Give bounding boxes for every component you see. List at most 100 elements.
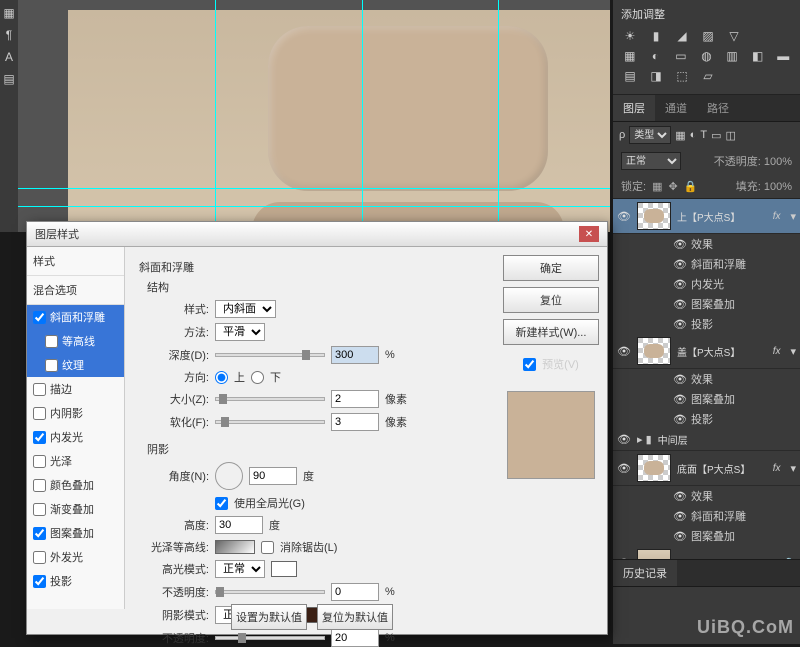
fx-badge[interactable]: fx: [773, 211, 781, 222]
style-drop-shadow[interactable]: 投影: [27, 569, 124, 593]
bw-icon[interactable]: ◐: [647, 48, 665, 64]
visibility-icon[interactable]: 👁: [673, 510, 687, 523]
angle-input[interactable]: [249, 467, 297, 485]
visibility-icon[interactable]: 👁: [673, 298, 687, 311]
set-default-button[interactable]: 设置为默认值: [231, 604, 307, 630]
hue-icon[interactable]: ▦: [621, 48, 639, 64]
tab-channels[interactable]: 通道: [655, 95, 697, 121]
visibility-icon[interactable]: 👁: [673, 490, 687, 503]
guide-vertical[interactable]: [215, 0, 216, 232]
cancel-button[interactable]: 复位: [503, 287, 599, 313]
levels-icon[interactable]: ▮: [647, 28, 665, 44]
lock-all-icon[interactable]: 🔒: [684, 180, 698, 193]
visibility-icon[interactable]: 👁: [673, 318, 687, 331]
select-color-icon[interactable]: ⬚: [673, 68, 691, 84]
effect-item[interactable]: 👁效果: [613, 234, 800, 254]
lut-icon[interactable]: ▥: [723, 48, 741, 64]
style-outer-glow[interactable]: 外发光: [27, 545, 124, 569]
dir-down-radio[interactable]: [251, 371, 264, 384]
style-color-overlay[interactable]: 颜色叠加: [27, 473, 124, 497]
filter-adj-icon[interactable]: ◐: [690, 129, 697, 141]
chevron-down-icon[interactable]: ▾: [790, 210, 796, 223]
invert-icon[interactable]: ◧: [749, 48, 767, 64]
visibility-icon[interactable]: 👁: [617, 345, 631, 358]
photo-filter-icon[interactable]: ▭: [672, 48, 690, 64]
guide-horizontal[interactable]: [18, 206, 610, 207]
effect-item[interactable]: 👁斜面和浮雕: [613, 506, 800, 526]
effect-item[interactable]: 👁效果: [613, 486, 800, 506]
layer-name[interactable]: 上【P大点S】: [677, 209, 767, 224]
visibility-icon[interactable]: 👁: [617, 557, 631, 560]
visibility-icon[interactable]: 👁: [617, 210, 631, 223]
folder-icon[interactable]: ▸ ▮: [637, 433, 652, 446]
opacity-value[interactable]: 100%: [764, 156, 792, 168]
style-stroke[interactable]: 描边: [27, 377, 124, 401]
tab-paths[interactable]: 路径: [697, 95, 739, 121]
brightness-icon[interactable]: ☀: [621, 28, 639, 44]
style-inner-shadow[interactable]: 内阴影: [27, 401, 124, 425]
swatches-icon[interactable]: ▦: [3, 6, 14, 20]
effect-item[interactable]: 👁图案叠加: [613, 526, 800, 546]
effect-item[interactable]: 👁投影: [613, 314, 800, 334]
tab-layers[interactable]: 图层: [613, 95, 655, 121]
highlight-opacity-slider[interactable]: [215, 590, 325, 594]
soften-input[interactable]: [331, 413, 379, 431]
bevel-style-select[interactable]: 内斜面: [215, 300, 276, 318]
highlight-color[interactable]: [271, 561, 297, 577]
chevron-down-icon[interactable]: ▾: [790, 345, 796, 358]
curves-icon[interactable]: ◢: [673, 28, 691, 44]
layer-thumb[interactable]: [637, 337, 671, 365]
effect-item[interactable]: 👁斜面和浮雕: [613, 254, 800, 274]
size-slider[interactable]: [215, 397, 325, 401]
layer-name[interactable]: 底面【P大点S】: [677, 461, 767, 476]
depth-input[interactable]: [331, 346, 379, 364]
layer-name[interactable]: 盖【P大点S】: [677, 344, 767, 359]
effect-item[interactable]: 👁图案叠加: [613, 389, 800, 409]
posterize-icon[interactable]: ▤: [621, 68, 639, 84]
visibility-icon[interactable]: 👁: [673, 393, 687, 406]
style-texture[interactable]: 纹理: [27, 353, 124, 377]
layer-thumb[interactable]: [637, 549, 671, 559]
ok-button[interactable]: 确定: [503, 255, 599, 281]
styles-header[interactable]: 样式: [27, 247, 124, 276]
new-style-button[interactable]: 新建样式(W)...: [503, 319, 599, 345]
visibility-icon[interactable]: 👁: [617, 433, 631, 446]
grad-map-icon[interactable]: ▬: [774, 48, 792, 64]
highlight-opacity-input[interactable]: [331, 583, 379, 601]
lock-pixels-icon[interactable]: ▦: [652, 180, 662, 193]
filter-smart-icon[interactable]: ◫: [725, 129, 735, 142]
vibrance-icon[interactable]: ▽: [725, 28, 743, 44]
search-icon[interactable]: ρ: [619, 129, 625, 141]
reset-default-button[interactable]: 复位为默认值: [317, 604, 393, 630]
note-icon[interactable]: ▤: [3, 72, 14, 86]
preview-check[interactable]: [523, 358, 536, 371]
fx-badge[interactable]: fx: [773, 346, 781, 357]
fill-value[interactable]: 100%: [764, 181, 792, 193]
layer-row[interactable]: 👁 上【P大点S】 fx ▾: [613, 199, 800, 234]
shadow-opacity-input[interactable]: [331, 629, 379, 647]
visibility-icon[interactable]: 👁: [673, 278, 687, 291]
effect-item[interactable]: 👁图案叠加: [613, 294, 800, 314]
style-satin[interactable]: 光泽: [27, 449, 124, 473]
style-grad-overlay[interactable]: 渐变叠加: [27, 497, 124, 521]
layer-row[interactable]: 👁 背景 🔒: [613, 546, 800, 559]
visibility-icon[interactable]: 👁: [673, 530, 687, 543]
close-icon[interactable]: ✕: [579, 226, 599, 242]
visibility-icon[interactable]: 👁: [673, 373, 687, 386]
layer-row[interactable]: 👁 底面【P大点S】 fx ▾: [613, 451, 800, 486]
guide-vertical[interactable]: [362, 0, 363, 232]
layer-thumb[interactable]: [637, 454, 671, 482]
lock-position-icon[interactable]: ✥: [668, 180, 677, 193]
gradient-icon[interactable]: ▱: [699, 68, 717, 84]
dir-up-radio[interactable]: [215, 371, 228, 384]
gloss-contour[interactable]: [215, 540, 255, 554]
blend-options[interactable]: 混合选项: [27, 276, 124, 305]
angle-dial[interactable]: [215, 462, 243, 490]
style-contour[interactable]: 等高线: [27, 329, 124, 353]
threshold-icon[interactable]: ◨: [647, 68, 665, 84]
technique-select[interactable]: 平滑: [215, 323, 265, 341]
fx-badge[interactable]: fx: [773, 463, 781, 474]
visibility-icon[interactable]: 👁: [617, 462, 631, 475]
layer-thumb[interactable]: [637, 202, 671, 230]
altitude-input[interactable]: [215, 516, 263, 534]
